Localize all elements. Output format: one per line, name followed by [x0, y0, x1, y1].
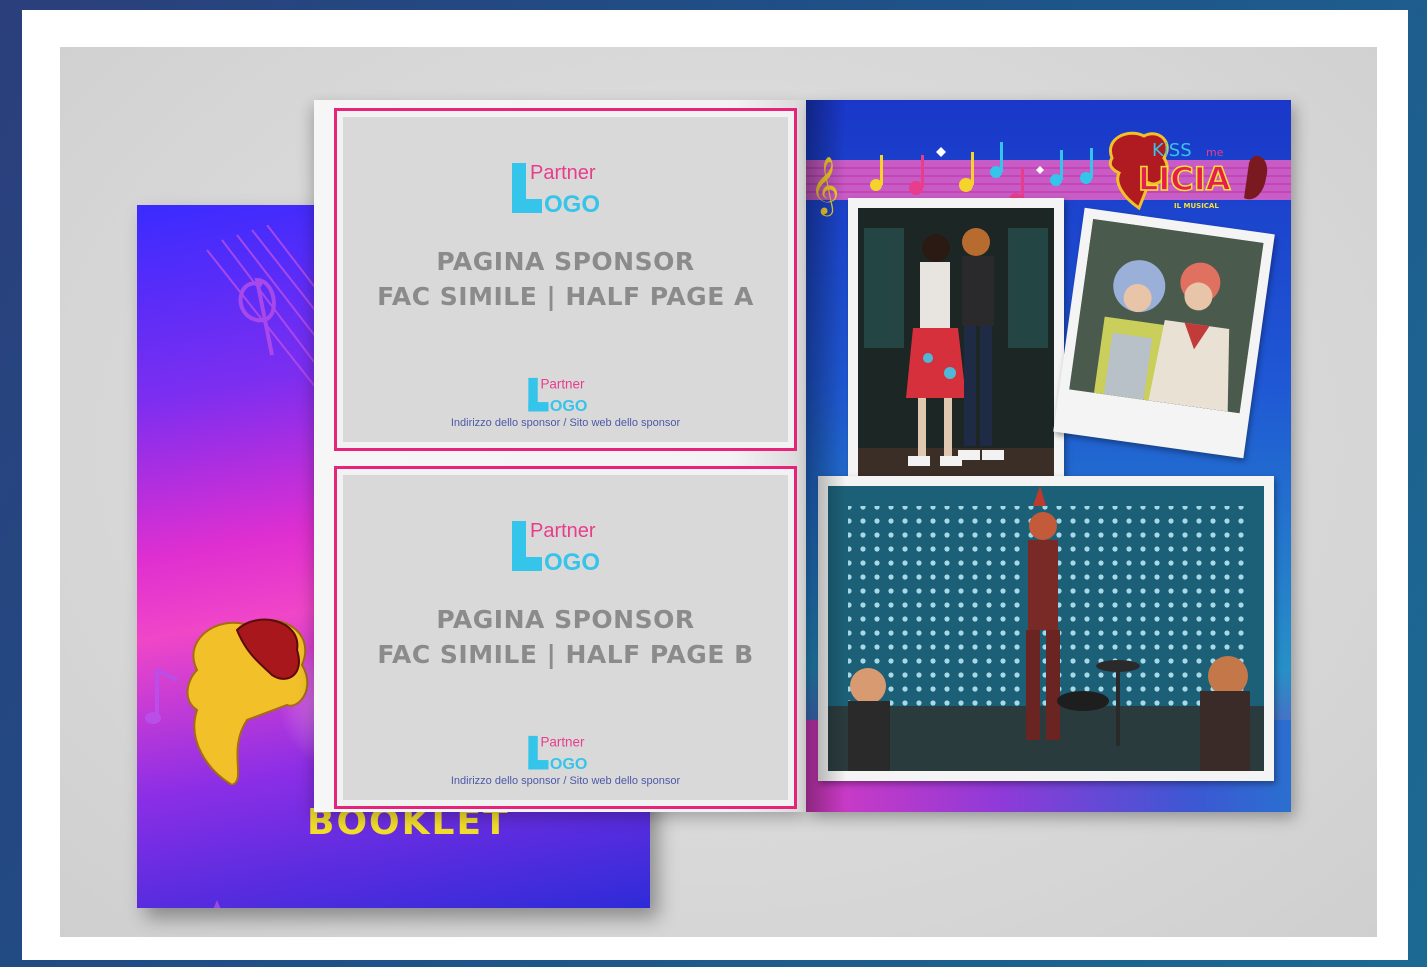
ad-address: Indirizzo dello sponsor / Sito web dello… [450, 417, 681, 429]
photo-image [828, 486, 1264, 771]
concert-stage-illustration-icon [828, 486, 1264, 771]
logo-small-partner-text: Partner [540, 735, 585, 750]
concert-stage-photo [818, 476, 1274, 781]
ad-panel: Partner OGO PAGINA SPONSOR FAC SIMILE | … [343, 117, 788, 442]
logo-kiss-text: KiSS [1152, 140, 1192, 161]
logo-licia-text: LICIA [1138, 160, 1231, 198]
sponsor-ad-half-page-b: Partner OGO PAGINA SPONSOR FAC SIMILE | … [334, 466, 797, 809]
logo-small-partner-text: Partner [540, 377, 585, 392]
right-page: 𝄞 KiSS me LICIA IL MUSICAL [806, 100, 1291, 812]
ad-address: Indirizzo dello sponsor / Sito web dello… [450, 775, 681, 787]
photo-image [1069, 219, 1264, 414]
logo-small-ogo-text: OGO [550, 755, 588, 773]
polaroid-duo-illustration-icon [1069, 219, 1264, 414]
photo-image [858, 208, 1054, 488]
ad-title-line1: PAGINA SPONSOR [436, 605, 695, 634]
ad-title-line1: PAGINA SPONSOR [436, 247, 695, 276]
ad-panel: Partner OGO PAGINA SPONSOR FAC SIMILE | … [343, 475, 788, 800]
polaroid-duo-photo [1053, 207, 1275, 459]
star-icon [213, 900, 221, 908]
sponsor-ad-half-page-a: Partner OGO PAGINA SPONSOR FAC SIMILE | … [334, 108, 797, 451]
logo-ogo-text: OGO [544, 549, 600, 575]
stage-couple-photo [848, 198, 1064, 498]
partner-logo-small-icon: Partner OGO [528, 377, 608, 415]
partner-logo-icon: Partner OGO [512, 162, 630, 217]
partner-logo-icon: Partner OGO [512, 520, 630, 575]
logo-small-ogo-text: OGO [550, 397, 588, 415]
logo-partner-text: Partner [530, 162, 596, 184]
music-note-icon [145, 668, 178, 724]
stage-couple-illustration-icon [858, 208, 1054, 488]
logo-partner-text: Partner [530, 520, 596, 542]
hair-illustration-icon [186, 618, 309, 785]
partner-logo-small-icon: Partner OGO [528, 735, 608, 773]
ad-title-line2: FAC SIMILE | HALF PAGE A [377, 282, 754, 311]
page-fold-shadow [806, 100, 846, 812]
logo-ogo-text: OGO [544, 191, 600, 217]
logo-me-text: me [1206, 146, 1224, 159]
kiss-me-licia-logo-icon: KiSS me LICIA IL MUSICAL [1108, 131, 1268, 211]
logo-subtitle-text: IL MUSICAL [1174, 202, 1219, 210]
ad-title-line2: FAC SIMILE | HALF PAGE B [377, 640, 754, 669]
